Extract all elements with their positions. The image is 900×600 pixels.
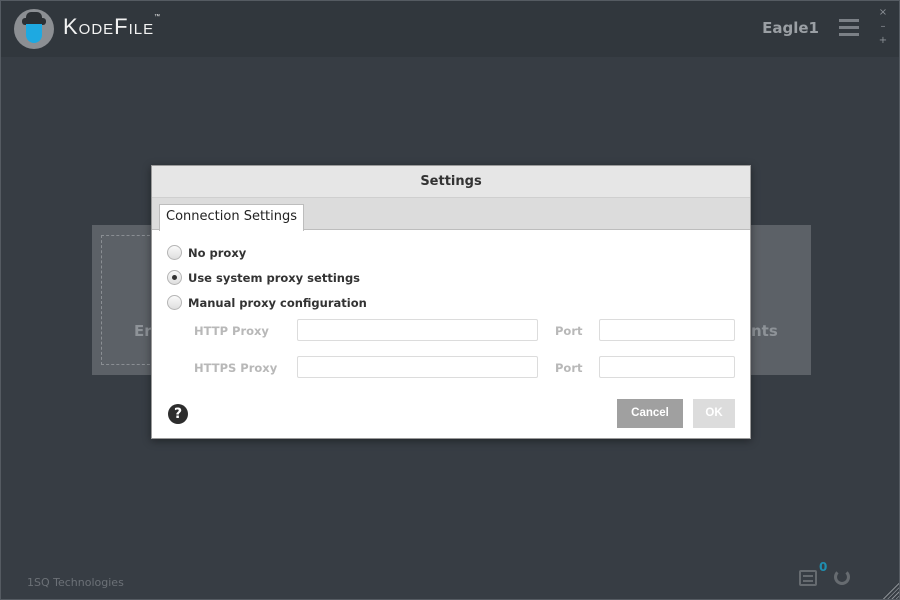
ok-button[interactable]: OK <box>693 399 735 428</box>
http-port-input[interactable] <box>599 319 735 341</box>
refresh-icon[interactable] <box>834 569 850 585</box>
radio-manual-proxy[interactable]: Manual proxy configuration <box>167 295 367 310</box>
cancel-button[interactable]: Cancel <box>617 399 683 428</box>
radio-label: No proxy <box>188 245 247 260</box>
company-name: 1SQ Technologies <box>27 576 124 589</box>
help-icon[interactable]: ? <box>168 404 188 424</box>
radio-button[interactable] <box>167 245 182 260</box>
notification-count: 0 <box>819 560 828 574</box>
tab-bar: Connection Settings <box>152 198 750 231</box>
radio-no-proxy[interactable]: No proxy <box>167 245 246 260</box>
radio-button[interactable] <box>167 270 182 285</box>
radio-label: Manual proxy configuration <box>188 295 367 310</box>
radio-label: Use system proxy settings <box>188 270 361 285</box>
notifications-icon[interactable] <box>799 570 817 586</box>
http-proxy-label: HTTP Proxy <box>194 324 269 338</box>
https-port-label: Port <box>555 361 583 375</box>
https-port-input[interactable] <box>599 356 735 378</box>
settings-dialog: Settings Connection Settings No proxy Us… <box>151 165 751 439</box>
http-proxy-input[interactable] <box>297 319 538 341</box>
app-window: KodeFile™ Eagle1 × – + Er nts Settings C… <box>0 0 900 600</box>
radio-button[interactable] <box>167 295 182 310</box>
tab-connection-settings[interactable]: Connection Settings <box>159 204 305 231</box>
dialog-title: Settings <box>152 166 750 198</box>
https-proxy-label: HTTPS Proxy <box>194 361 278 375</box>
https-proxy-input[interactable] <box>297 356 538 378</box>
radio-system-proxy[interactable]: Use system proxy settings <box>167 270 360 285</box>
http-port-label: Port <box>555 324 583 338</box>
